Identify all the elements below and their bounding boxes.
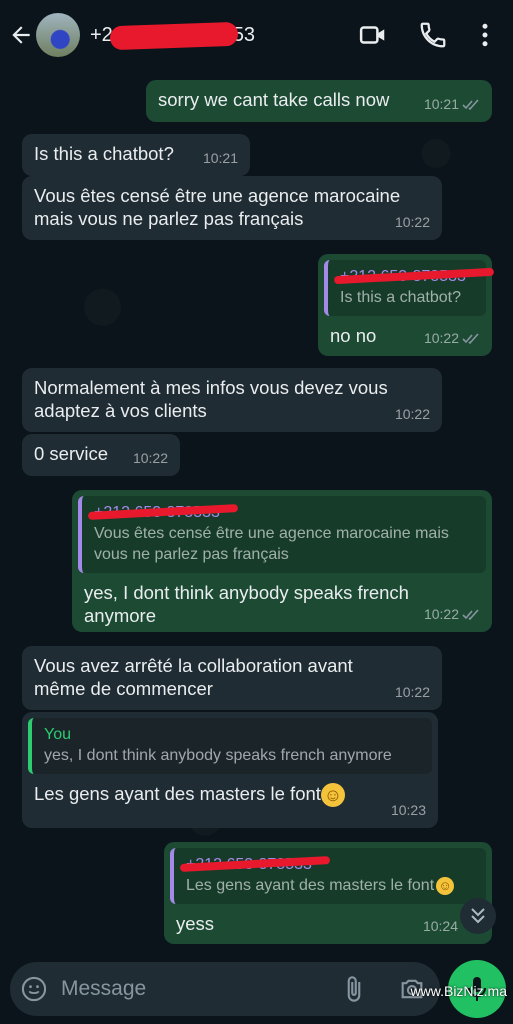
message-text: 0 service	[34, 443, 109, 464]
chat-header: +2 53	[0, 0, 513, 70]
message-time: 10:21	[424, 93, 480, 116]
scroll-down-button[interactable]	[460, 898, 496, 934]
message-time: 10:22	[132, 450, 168, 466]
message-text: Is this a chatbot?	[34, 143, 174, 164]
message-time: 10:23	[390, 802, 426, 818]
message-time: 10:22	[394, 214, 430, 230]
message-time: 10:22	[424, 603, 480, 626]
quoted-author: +212 653-878533	[179, 854, 476, 875]
message-bubble-outgoing[interactable]: +212 653-878533 Vous êtes censé être une…	[72, 490, 492, 632]
message-text: Vous êtes censé être une agence marocain…	[34, 185, 401, 229]
message-time: 10:22	[394, 406, 430, 422]
quoted-message[interactable]: You yes, I dont think anybody speaks fre…	[28, 718, 432, 774]
smiling-emoji-icon: ☺	[436, 876, 455, 895]
more-vertical-icon[interactable]	[470, 20, 500, 50]
smiling-emoji-icon: ☺	[320, 783, 345, 808]
avatar[interactable]	[36, 13, 80, 57]
quoted-message[interactable]: +212 653-878533 Is this a chatbot?	[324, 260, 495, 316]
message-bubble-incoming[interactable]: 0 service 10:22	[22, 434, 180, 476]
message-bubble-incoming[interactable]: You yes, I dont think anybody speaks fre…	[22, 712, 438, 828]
back-arrow-icon[interactable]	[8, 22, 34, 48]
message-time: 10:22	[424, 327, 480, 350]
quoted-text: Les gens ayant des masters le font ☺	[186, 875, 476, 896]
quoted-message[interactable]: +212 653-878533 Les gens ayant des maste…	[170, 848, 486, 904]
quoted-text: yes, I dont think anybody speaks french …	[44, 747, 392, 764]
message-input[interactable]: Message	[61, 977, 146, 1001]
quoted-message[interactable]: +212 653-878533 Vous êtes censé être une…	[78, 496, 486, 573]
message-bubble-outgoing[interactable]: +212 653-878533 Is this a chatbot? no no…	[318, 254, 495, 356]
message-time: 10:21	[202, 150, 238, 166]
message-text: Vous avez arrêté la collaboration avant …	[34, 655, 353, 699]
quoted-author: +212 653-878533	[87, 502, 476, 523]
message-time: 10:24	[422, 918, 458, 934]
watermark: www.BizNiz.ma	[410, 983, 507, 999]
quoted-text: Vous êtes censé être une agence marocain…	[94, 525, 449, 563]
attach-icon[interactable]	[340, 975, 368, 1003]
message-text: yess	[176, 913, 215, 934]
message-text: sorry we cant take calls now	[158, 89, 390, 110]
phone-icon[interactable]	[418, 20, 448, 50]
message-text: no no	[330, 325, 377, 346]
read-ticks-icon	[462, 98, 479, 110]
read-ticks-icon	[462, 608, 479, 620]
redaction-mark	[109, 21, 239, 51]
message-bubble-incoming[interactable]: Vous êtes censé être une agence marocain…	[22, 176, 442, 240]
read-ticks-icon	[462, 332, 479, 344]
message-bubble-incoming[interactable]: Normalement à mes infos vous devez vous …	[22, 368, 442, 432]
message-bubble-incoming[interactable]: Is this a chatbot? 10:21	[22, 134, 250, 176]
message-time: 10:22	[394, 684, 430, 700]
quoted-author: You	[44, 726, 71, 743]
chevron-double-down-icon	[471, 908, 485, 924]
message-text: Normalement à mes infos vous devez vous …	[34, 377, 388, 421]
message-text: Les gens ayant des masters le font	[34, 783, 321, 804]
emoji-icon[interactable]	[20, 975, 48, 1003]
message-bubble-incoming[interactable]: Vous avez arrêté la collaboration avant …	[22, 646, 442, 710]
quoted-text: Is this a chatbot?	[340, 289, 461, 306]
message-bubble-outgoing[interactable]: sorry we cant take calls now 10:21	[146, 80, 492, 122]
message-bubble-outgoing[interactable]: +212 653-878533 Les gens ayant des maste…	[164, 842, 492, 944]
video-call-icon[interactable]	[358, 20, 388, 50]
quoted-author: +212 653-878533	[333, 266, 495, 287]
message-composer[interactable]: Message	[10, 962, 440, 1016]
